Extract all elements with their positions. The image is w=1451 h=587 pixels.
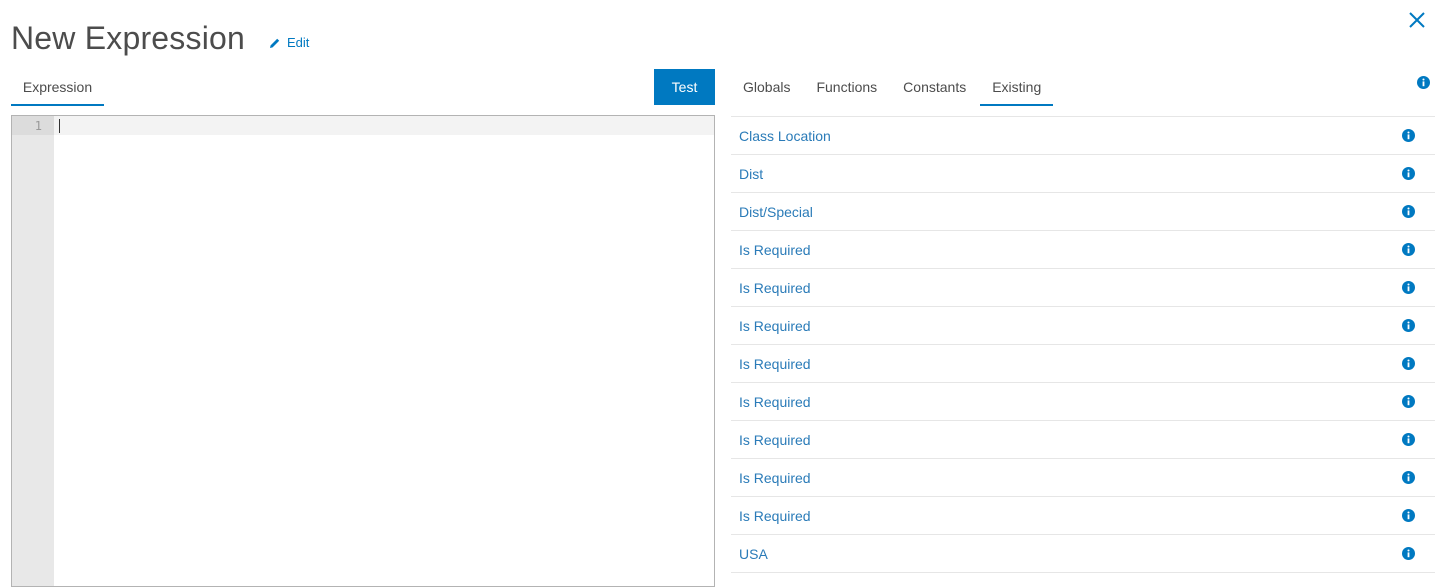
info-icon[interactable] [1402, 433, 1415, 446]
list-item-label[interactable]: Dist/Special [731, 204, 813, 220]
info-icon[interactable] [1402, 471, 1415, 484]
info-icon[interactable] [1402, 319, 1415, 332]
tab-existing[interactable]: Existing [980, 69, 1054, 106]
info-icon[interactable] [1402, 167, 1415, 180]
existing-expressions-list: Class Location Dist Dist/Special Is Requ… [731, 116, 1435, 573]
list-item-label[interactable]: Is Required [731, 432, 811, 448]
list-item-label[interactable]: USA [731, 546, 768, 562]
tab-constants[interactable]: Constants [891, 69, 978, 106]
info-icon[interactable] [1402, 281, 1415, 294]
list-item[interactable]: Is Required [731, 497, 1435, 535]
info-icon[interactable] [1402, 243, 1415, 256]
info-icon[interactable] [1402, 547, 1415, 560]
list-item[interactable]: Is Required [731, 231, 1435, 269]
helper-tabs: Globals Functions Constants Existing [731, 69, 1055, 106]
list-item[interactable]: Is Required [731, 421, 1435, 459]
list-item-label[interactable]: Is Required [731, 508, 811, 524]
info-icon[interactable] [1417, 76, 1430, 89]
list-item-label[interactable]: Is Required [731, 280, 811, 296]
list-item-label[interactable]: Is Required [731, 394, 811, 410]
list-item[interactable]: Is Required [731, 459, 1435, 497]
list-item-label[interactable]: Is Required [731, 470, 811, 486]
list-item-label[interactable]: Is Required [731, 318, 811, 334]
list-item[interactable]: Is Required [731, 307, 1435, 345]
active-line-highlight [54, 116, 714, 135]
page-title: New Expression [11, 20, 246, 56]
pencil-icon [270, 38, 280, 48]
list-item[interactable]: Is Required [731, 383, 1435, 421]
tab-functions[interactable]: Functions [804, 69, 889, 106]
line-number-gutter [12, 116, 54, 586]
list-item-label[interactable]: Dist [731, 166, 763, 182]
info-icon[interactable] [1402, 129, 1415, 142]
expression-editor[interactable]: 1 [11, 115, 715, 587]
close-icon[interactable] [1407, 10, 1427, 30]
edit-label: Edit [287, 35, 310, 50]
list-item-label[interactable]: Class Location [731, 128, 831, 144]
edit-title-link[interactable]: Edit [269, 35, 309, 50]
list-item[interactable]: Is Required [731, 345, 1435, 383]
list-item[interactable]: Is Required [731, 269, 1435, 307]
list-item[interactable]: USA [731, 535, 1435, 573]
tab-expression[interactable]: Expression [11, 78, 104, 106]
info-icon[interactable] [1402, 509, 1415, 522]
line-number: 1 [34, 119, 42, 133]
list-item[interactable]: Dist [731, 155, 1435, 193]
info-icon[interactable] [1402, 357, 1415, 370]
list-item[interactable]: Dist/Special [731, 193, 1435, 231]
tab-globals[interactable]: Globals [731, 69, 802, 106]
text-cursor [59, 119, 60, 133]
info-icon[interactable] [1402, 205, 1415, 218]
info-icon[interactable] [1402, 395, 1415, 408]
test-button[interactable]: Test [654, 69, 715, 105]
list-item-label[interactable]: Is Required [731, 356, 811, 372]
list-item-label[interactable]: Is Required [731, 242, 811, 258]
list-item[interactable]: Class Location [731, 117, 1435, 155]
